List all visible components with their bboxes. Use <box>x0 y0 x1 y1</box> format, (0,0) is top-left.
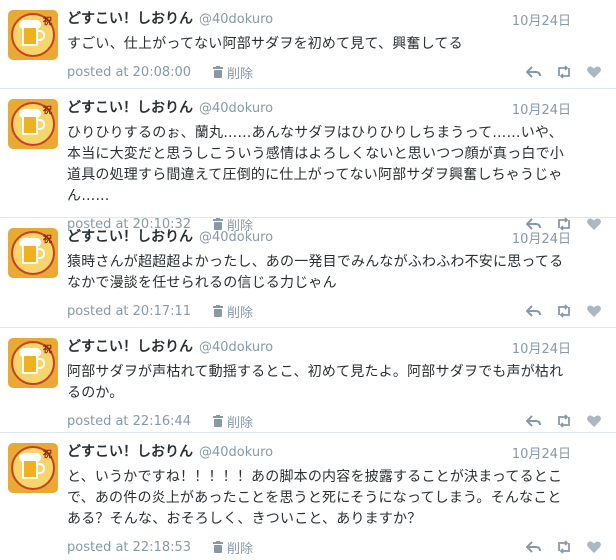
tweet-date[interactable]: 10月24日 <box>512 443 571 462</box>
posted-time[interactable]: posted at 22:18:53 <box>67 540 191 555</box>
tweet-text: 猿時さんが超超超よかったし、あの一発目でみんながふわふわ不安に思ってるなかで漫談… <box>67 254 564 291</box>
trash-icon <box>213 541 224 553</box>
user-screen-name[interactable]: @40dokuro <box>199 340 273 355</box>
tweet-date[interactable]: 10月24日 <box>512 228 571 247</box>
delete-button[interactable]: 削除 <box>213 538 253 557</box>
tweet-date[interactable]: 10月24日 <box>512 99 571 118</box>
favorite-icon[interactable] <box>586 304 602 318</box>
delete-label: 削除 <box>227 541 254 557</box>
tweet-item: 祝 どすこい！しおりん @40dokuro 10月24日 と、いうかですね！！！… <box>0 433 616 560</box>
user-fullname[interactable]: どすこい！しおりん <box>67 97 193 117</box>
delete-button[interactable]: 削除 <box>213 302 253 321</box>
tweet-date[interactable]: 10月24日 <box>512 10 571 29</box>
favorite-icon[interactable] <box>586 414 602 428</box>
posted-time[interactable]: posted at 20:08:00 <box>67 65 191 80</box>
tweet-text: 阿部サダヲが声枯れて動揺するとこ、初めて見たよ。阿部サダヲでも声が枯れるのか。 <box>67 364 564 401</box>
tweet-text: ひりひりするのぉ、蘭丸……あんなサダヲはひりひりしちまうって……いや、本当に大変… <box>67 125 564 204</box>
user-screen-name[interactable]: @40dokuro <box>199 445 273 460</box>
avatar[interactable]: 祝 <box>8 338 58 388</box>
delete-label: 削除 <box>227 66 254 82</box>
trash-icon <box>213 305 224 317</box>
reply-icon[interactable] <box>526 414 542 428</box>
delete-label: 削除 <box>227 305 254 321</box>
posted-time[interactable]: posted at 20:17:11 <box>67 304 191 319</box>
avatar[interactable]: 祝 <box>8 228 58 278</box>
tweet-item: 祝 どすこい！しおりん @40dokuro 10月24日 阿部サダヲが声枯れて動… <box>0 328 616 433</box>
avatar[interactable]: 祝 <box>8 443 58 493</box>
favorite-icon[interactable] <box>586 540 602 554</box>
retweet-icon[interactable] <box>556 65 572 79</box>
user-fullname[interactable]: どすこい！しおりん <box>67 336 193 356</box>
user-fullname[interactable]: どすこい！しおりん <box>67 226 193 246</box>
tweet-item: 祝 どすこい！しおりん @40dokuro 10月24日 ひりひりするのぉ、蘭丸… <box>0 89 616 234</box>
retweet-icon[interactable] <box>556 540 572 554</box>
favorite-icon[interactable] <box>586 65 602 79</box>
tweet-timeline: 祝 どすこい！しおりん @40dokuro 10月24日 すごい、仕上がってない… <box>0 0 616 560</box>
user-screen-name[interactable]: @40dokuro <box>199 12 273 27</box>
tweet-item: 祝 どすこい！しおりん @40dokuro 10月24日 すごい、仕上がってない… <box>0 0 616 89</box>
avatar[interactable]: 祝 <box>8 99 58 149</box>
tweet-item: 祝 どすこい！しおりん @40dokuro 10月24日 猿時さんが超超超よかっ… <box>0 218 616 328</box>
user-screen-name[interactable]: @40dokuro <box>199 101 273 116</box>
posted-time[interactable]: posted at 22:16:44 <box>67 414 191 429</box>
tweet-text: すごい、仕上がってない阿部サダヲを初めて見て、興奮してる <box>67 36 463 52</box>
delete-button[interactable]: 削除 <box>213 412 253 431</box>
delete-label: 削除 <box>227 415 254 431</box>
user-screen-name[interactable]: @40dokuro <box>199 230 273 245</box>
tweet-text: と、いうかですね！！！！！あの脚本の内容を披露することが決まってるとこで、あの件… <box>67 469 563 527</box>
trash-icon <box>213 66 224 78</box>
reply-icon[interactable] <box>526 304 542 318</box>
trash-icon <box>213 415 224 427</box>
retweet-icon[interactable] <box>556 414 572 428</box>
reply-icon[interactable] <box>526 65 542 79</box>
user-fullname[interactable]: どすこい！しおりん <box>67 8 193 28</box>
user-fullname[interactable]: どすこい！しおりん <box>67 441 193 461</box>
delete-button[interactable]: 削除 <box>213 63 253 82</box>
avatar[interactable]: 祝 <box>8 10 58 60</box>
reply-icon[interactable] <box>526 540 542 554</box>
tweet-date[interactable]: 10月24日 <box>512 338 571 357</box>
retweet-icon[interactable] <box>556 304 572 318</box>
